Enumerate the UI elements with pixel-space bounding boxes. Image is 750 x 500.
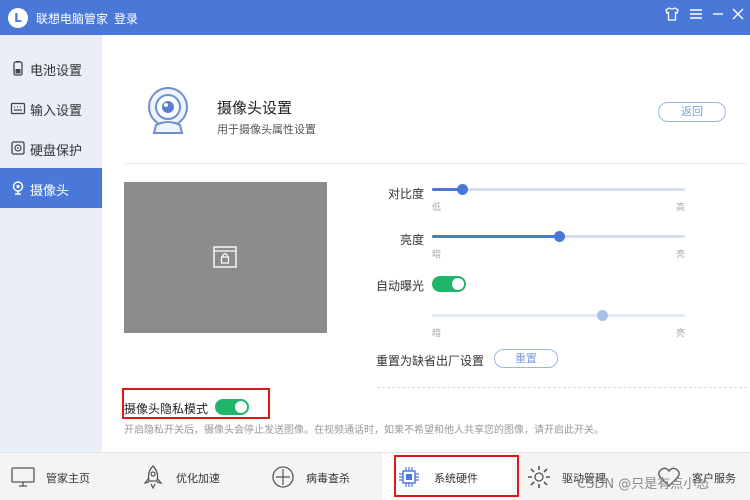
- monitor-icon: [10, 464, 36, 490]
- contrast-slider-thumb[interactable]: [457, 184, 469, 195]
- contrast-label: 对比度: [387, 187, 424, 201]
- title-bar: L 联想电脑管家 登录: [0, 0, 750, 35]
- contrast-high-label: 高: [676, 203, 686, 213]
- nav-home[interactable]: 管家主页: [0, 453, 128, 500]
- reset-label: 重置为缺省出厂设置: [376, 354, 485, 368]
- privacy-description: 开启隐私开关后，摄像头会停止发送图像。在视频通话时，如果不希望和他人共享您的图像…: [124, 425, 604, 436]
- sidebar-item-label: 输入设置: [30, 104, 83, 119]
- exposure-high-label: 亮: [676, 329, 686, 339]
- login-link[interactable]: 登录: [114, 10, 138, 27]
- nav-antivirus[interactable]: 病毒查杀: [256, 453, 382, 500]
- webcam-icon: [142, 85, 194, 137]
- brightness-slider[interactable]: [432, 231, 685, 242]
- camera-icon: [10, 180, 26, 196]
- sidebar-item-camera[interactable]: 摄像头: [0, 168, 102, 208]
- back-button[interactable]: 返回: [658, 102, 726, 122]
- brightness-low-label: 暗: [432, 250, 442, 260]
- nav-label: 优化加速: [176, 472, 220, 485]
- disk-icon: [10, 140, 26, 156]
- main-panel: 摄像头设置 用于摄像头属性设置 返回 对比度 低 高 亮度 暗 亮 自动曝光 暗…: [102, 35, 750, 452]
- divider: [126, 163, 746, 164]
- watermark: CSDN @只是有点小怂: [577, 477, 710, 492]
- contrast-low-label: 低: [432, 203, 442, 213]
- rocket-icon: [140, 464, 166, 490]
- camera-locked-icon: [213, 246, 237, 268]
- privacy-highlight-box: [122, 388, 270, 419]
- page-subtitle: 用于摄像头属性设置: [217, 123, 316, 136]
- sidebar-item-label: 摄像头: [30, 184, 70, 199]
- exposure-slider-thumb[interactable]: [596, 310, 608, 321]
- battery-icon: [10, 60, 26, 76]
- minimize-icon[interactable]: [708, 6, 728, 26]
- section-divider: [377, 387, 747, 388]
- brightness-label: 亮度: [399, 233, 424, 247]
- reset-button[interactable]: 重置: [494, 349, 558, 368]
- sidebar-item-label: 硬盘保护: [30, 144, 83, 159]
- menu-icon[interactable]: [686, 6, 706, 26]
- exposure-low-label: 暗: [432, 329, 442, 339]
- page-title: 摄像头设置: [217, 99, 293, 117]
- brightness-slider-thumb[interactable]: [553, 231, 565, 242]
- sidebar-item-label: 电池设置: [30, 64, 83, 79]
- app-logo: L: [8, 8, 28, 28]
- sidebar-item-battery[interactable]: 电池设置: [0, 48, 102, 88]
- shield-icon: [270, 464, 296, 490]
- camera-preview: [124, 182, 327, 333]
- nav-label: 病毒查杀: [306, 472, 350, 485]
- gear-icon: [526, 464, 552, 490]
- skin-shirt-icon[interactable]: [662, 6, 682, 26]
- auto-exposure-toggle[interactable]: [432, 276, 466, 292]
- nav-label: 管家主页: [46, 472, 90, 485]
- app-title: 联想电脑管家: [36, 12, 109, 26]
- nav-optimize[interactable]: 优化加速: [128, 453, 256, 500]
- keyboard-icon: [10, 100, 26, 116]
- contrast-slider[interactable]: [432, 184, 685, 195]
- brightness-high-label: 亮: [676, 250, 686, 260]
- brightness-slider-fill: [432, 235, 559, 238]
- sidebar: 电池设置 输入设置 硬盘保护 摄像头: [0, 35, 102, 452]
- exposure-slider[interactable]: [432, 310, 685, 321]
- auto-exposure-label: 自动曝光: [375, 279, 424, 293]
- sidebar-item-input[interactable]: 输入设置: [0, 88, 102, 128]
- system-hardware-highlight-box: [394, 455, 519, 497]
- sidebar-item-disk-protection[interactable]: 硬盘保护: [0, 128, 102, 168]
- close-icon[interactable]: [728, 6, 748, 26]
